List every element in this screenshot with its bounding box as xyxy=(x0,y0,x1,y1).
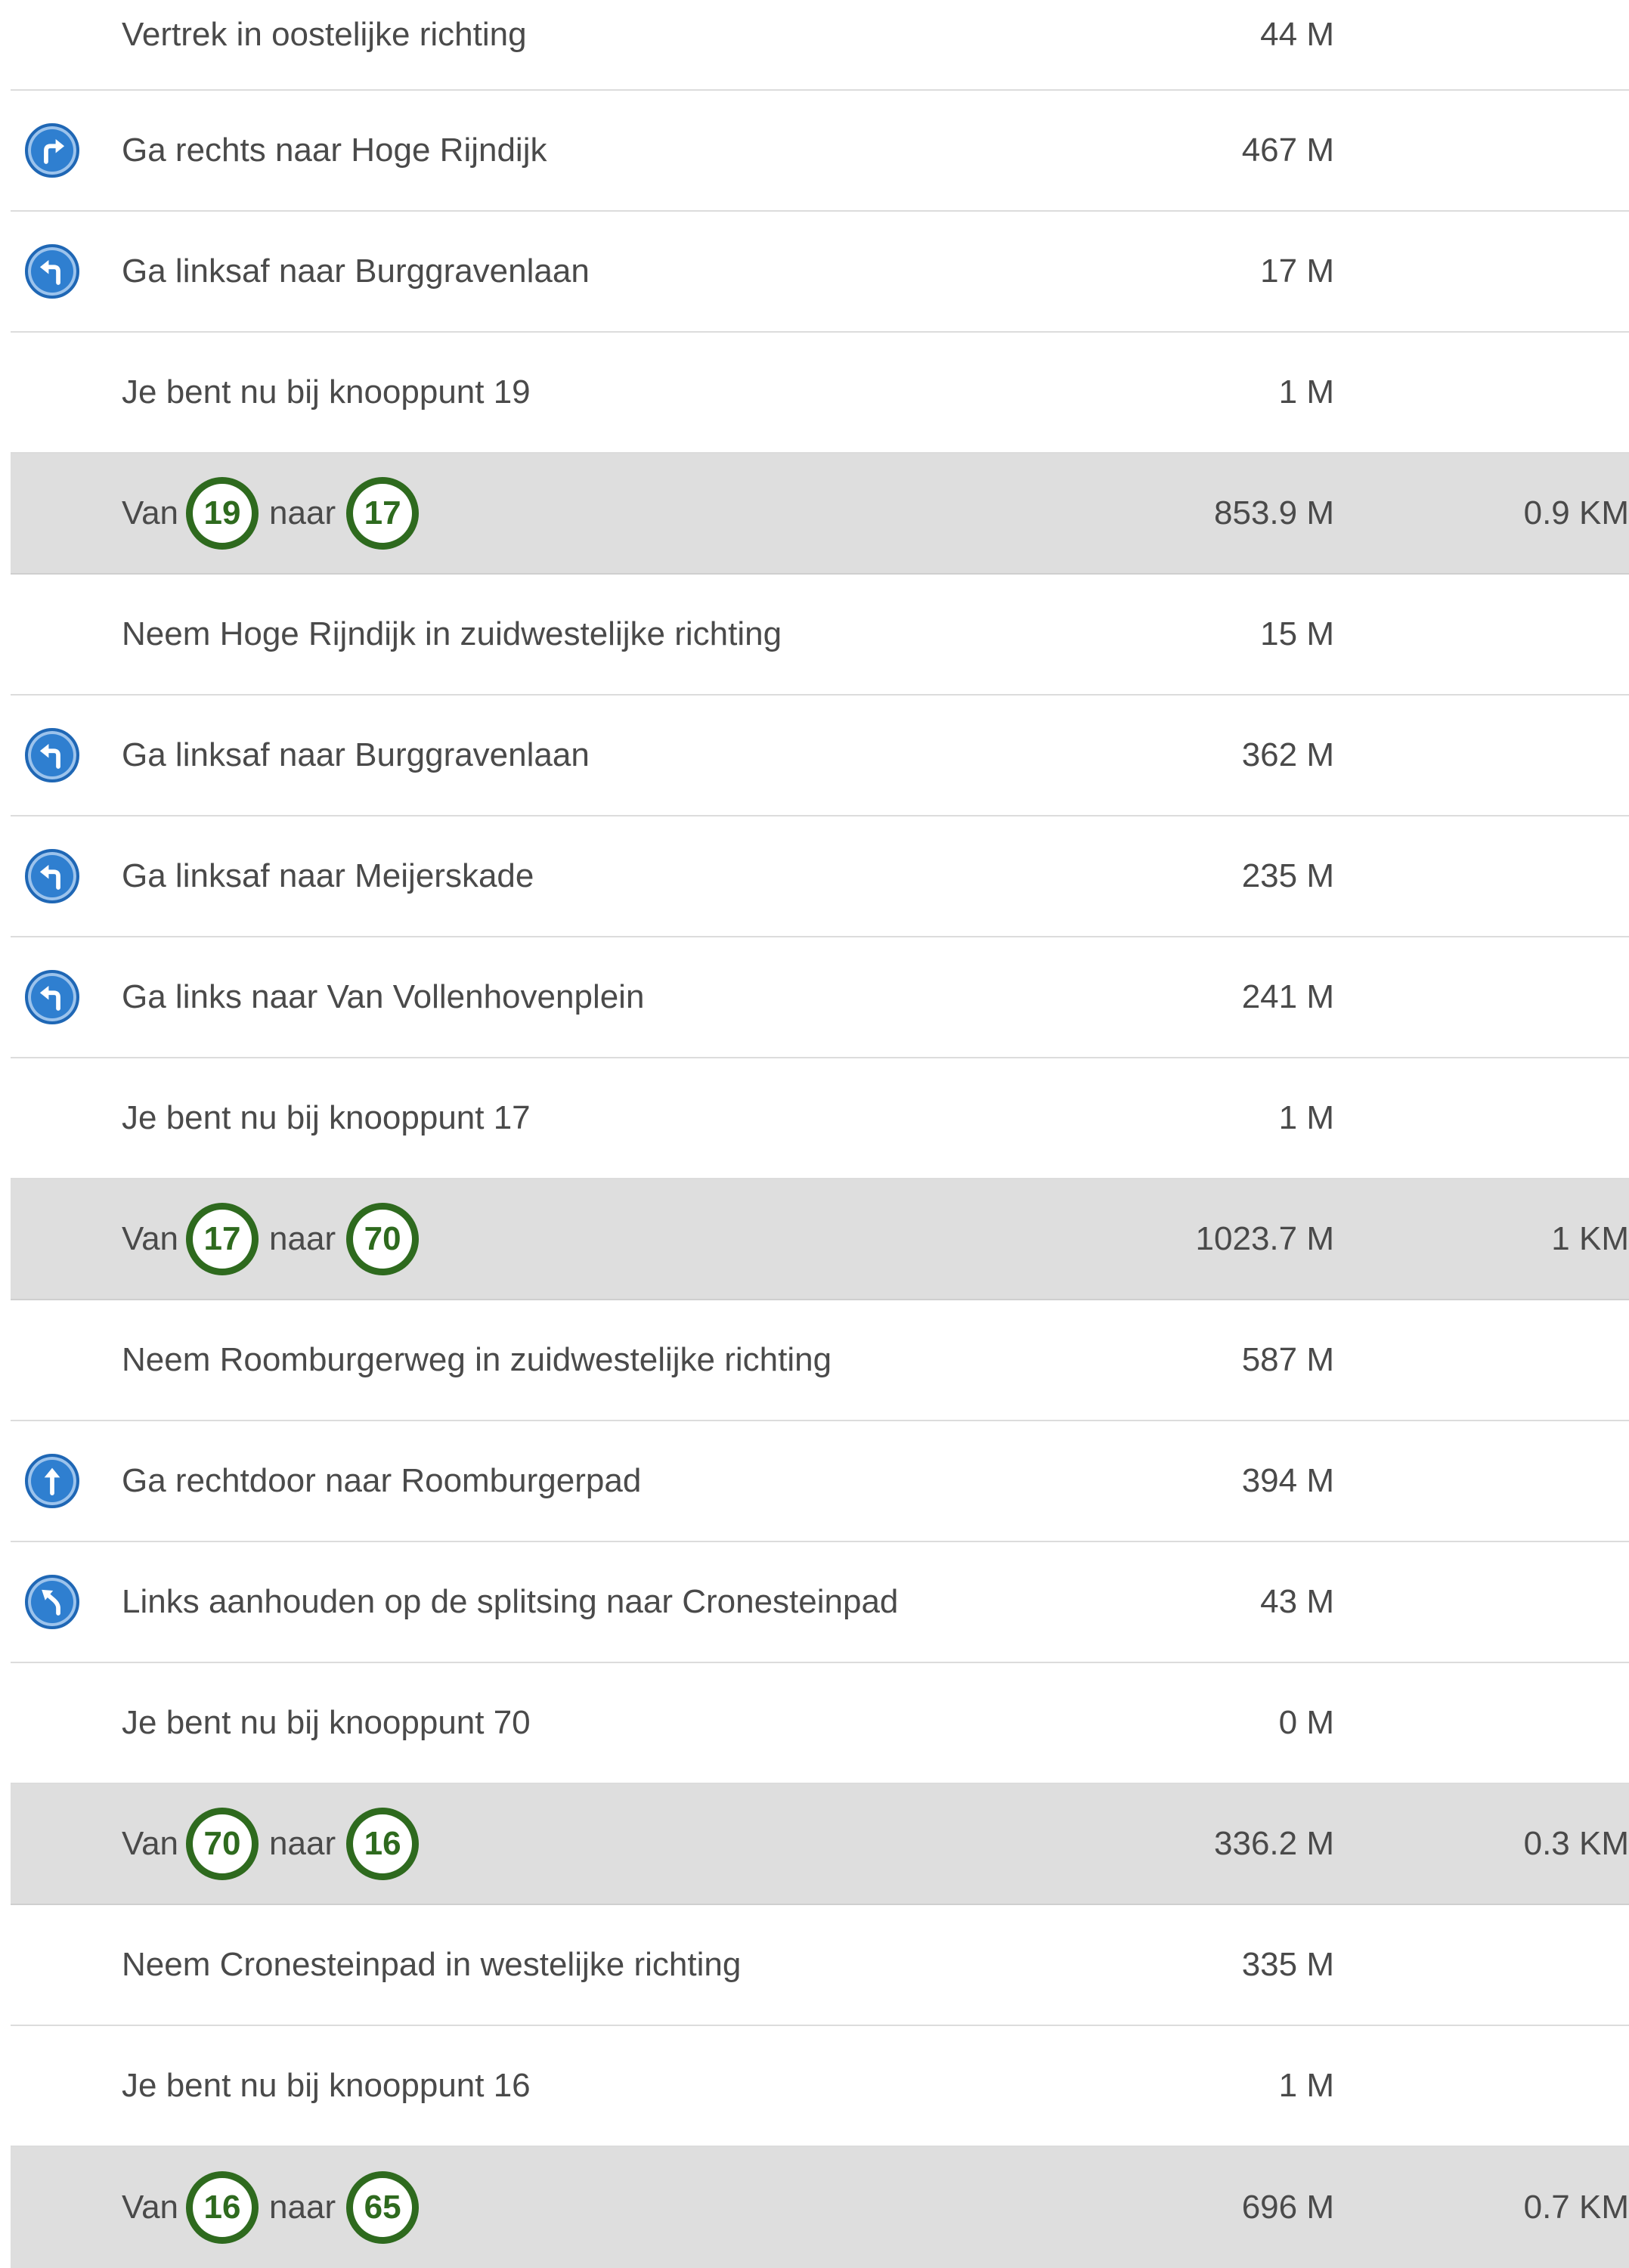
leg-label: Van 17 naar 70 xyxy=(122,1203,426,1275)
leg-naar-text: naar xyxy=(269,1220,336,1257)
keep-left-icon xyxy=(25,1575,79,1629)
node-badge-to: 65 xyxy=(346,2171,420,2244)
step-distance: 44 M xyxy=(1260,16,1334,53)
step-distance: 0 M xyxy=(1278,1704,1334,1741)
step-instruction: Neem Roomburgerweg in zuidwestelijke ric… xyxy=(122,1341,832,1378)
step-instruction: Je bent nu bij knooppunt 17 xyxy=(122,1099,531,1136)
step-instruction: Ga linksaf naar Burggravenlaan xyxy=(122,253,590,290)
node-badge-from: 16 xyxy=(186,2171,259,2244)
route-step-row: Vertrek in oostelijke richting 44 M xyxy=(11,0,1629,91)
route-step-row: Je bent nu bij knooppunt 19 1 M xyxy=(11,333,1629,454)
step-distance: 1 M xyxy=(1278,373,1334,411)
node-badge-to: 16 xyxy=(346,1808,420,1880)
step-distance: 235 M xyxy=(1241,857,1334,894)
step-distance: 467 M xyxy=(1241,132,1334,169)
leg-van-text: Van xyxy=(122,2189,179,2226)
step-instruction: Vertrek in oostelijke richting xyxy=(122,16,527,53)
step-instruction: Ga linksaf naar Meijerskade xyxy=(122,857,534,894)
route-step-row: Neem Roomburgerweg in zuidwestelijke ric… xyxy=(11,1300,1629,1421)
route-step-row: Ga linksaf naar Meijerskade 235 M xyxy=(11,816,1629,937)
node-badge-from: 70 xyxy=(186,1808,259,1880)
step-distance: 335 M xyxy=(1241,1946,1334,1983)
leg-naar-text: naar xyxy=(269,1825,336,1862)
route-directions-list: Vertrek in oostelijke richting 44 M Ga rec… xyxy=(11,0,1629,2268)
leg-distance: 696 M xyxy=(1241,2189,1334,2226)
leg-label: Van 19 naar 17 xyxy=(122,477,426,550)
step-distance: 15 M xyxy=(1260,615,1334,652)
step-instruction: Je bent nu bij knooppunt 70 xyxy=(122,1704,531,1741)
step-instruction: Je bent nu bij knooppunt 16 xyxy=(122,2067,531,2104)
route-step-row: Ga rechtdoor naar Roomburgerpad 394 M xyxy=(11,1421,1629,1542)
step-instruction: Ga rechtdoor naar Roomburgerpad xyxy=(122,1462,642,1499)
step-instruction: Neem Cronesteinpad in westelijke richtin… xyxy=(122,1946,742,1983)
step-distance: 362 M xyxy=(1241,736,1334,773)
route-leg-row: Van 70 naar 16 336.2 M 0.3 KM xyxy=(11,1784,1629,1905)
route-leg-row: Van 19 naar 17 853.9 M 0.9 KM xyxy=(11,454,1629,575)
route-step-row: Ga links naar Van Vollenhovenplein 241 M xyxy=(11,937,1629,1058)
step-distance: 587 M xyxy=(1241,1341,1334,1378)
straight-icon xyxy=(25,1454,79,1508)
node-badge-to: 70 xyxy=(346,1203,420,1275)
turn-right-icon xyxy=(25,123,79,178)
step-instruction: Ga rechts naar Hoge Rijndijk xyxy=(122,132,547,169)
route-step-row: Je bent nu bij knooppunt 17 1 M xyxy=(11,1058,1629,1179)
route-step-row: Je bent nu bij knooppunt 70 0 M xyxy=(11,1663,1629,1784)
step-instruction: Je bent nu bij knooppunt 19 xyxy=(122,373,531,411)
leg-distance: 853.9 M xyxy=(1214,494,1334,531)
step-instruction: Ga linksaf naar Burggravenlaan xyxy=(122,736,590,773)
leg-total-distance: 0.7 KM xyxy=(1523,2189,1629,2226)
route-step-row: Ga linksaf naar Burggravenlaan 17 M xyxy=(11,212,1629,333)
node-badge-from: 17 xyxy=(186,1203,259,1275)
step-distance: 394 M xyxy=(1241,1462,1334,1499)
leg-total-distance: 0.3 KM xyxy=(1523,1825,1629,1862)
step-instruction: Links aanhouden op de splitsing naar Cro… xyxy=(122,1583,899,1620)
step-distance: 1 M xyxy=(1278,2067,1334,2104)
leg-distance: 1023.7 M xyxy=(1195,1220,1334,1257)
leg-label: Van 16 naar 65 xyxy=(122,2171,426,2244)
node-badge-to: 17 xyxy=(346,477,420,550)
route-leg-row: Van 16 naar 65 696 M 0.7 KM xyxy=(11,2147,1629,2268)
leg-van-text: Van xyxy=(122,1220,179,1257)
route-step-row: Neem Cronesteinpad in westelijke richtin… xyxy=(11,1905,1629,2026)
step-distance: 43 M xyxy=(1260,1583,1334,1620)
route-step-row: Links aanhouden op de splitsing naar Cro… xyxy=(11,1542,1629,1663)
leg-naar-text: naar xyxy=(269,2189,336,2226)
step-distance: 241 M xyxy=(1241,978,1334,1015)
leg-label: Van 70 naar 16 xyxy=(122,1808,426,1880)
step-distance: 17 M xyxy=(1260,253,1334,290)
leg-total-distance: 1 KM xyxy=(1551,1220,1629,1257)
route-step-row: Ga rechts naar Hoge Rijndijk 467 M xyxy=(11,91,1629,212)
turn-left-icon xyxy=(25,970,79,1024)
leg-van-text: Van xyxy=(122,1825,179,1862)
route-leg-row: Van 17 naar 70 1023.7 M 1 KM xyxy=(11,1179,1629,1300)
step-instruction: Ga links naar Van Vollenhovenplein xyxy=(122,978,645,1015)
turn-left-icon xyxy=(25,849,79,903)
step-distance: 1 M xyxy=(1278,1099,1334,1136)
leg-total-distance: 0.9 KM xyxy=(1523,494,1629,531)
turn-left-icon xyxy=(25,244,79,299)
leg-distance: 336.2 M xyxy=(1214,1825,1334,1862)
turn-left-icon xyxy=(25,728,79,782)
route-step-row: Je bent nu bij knooppunt 16 1 M xyxy=(11,2026,1629,2147)
route-step-row: Ga linksaf naar Burggravenlaan 362 M xyxy=(11,696,1629,816)
node-badge-from: 19 xyxy=(186,477,259,550)
step-instruction: Neem Hoge Rijndijk in zuidwestelijke ric… xyxy=(122,615,782,652)
leg-van-text: Van xyxy=(122,494,179,531)
leg-naar-text: naar xyxy=(269,494,336,531)
route-step-row: Neem Hoge Rijndijk in zuidwestelijke ric… xyxy=(11,575,1629,696)
